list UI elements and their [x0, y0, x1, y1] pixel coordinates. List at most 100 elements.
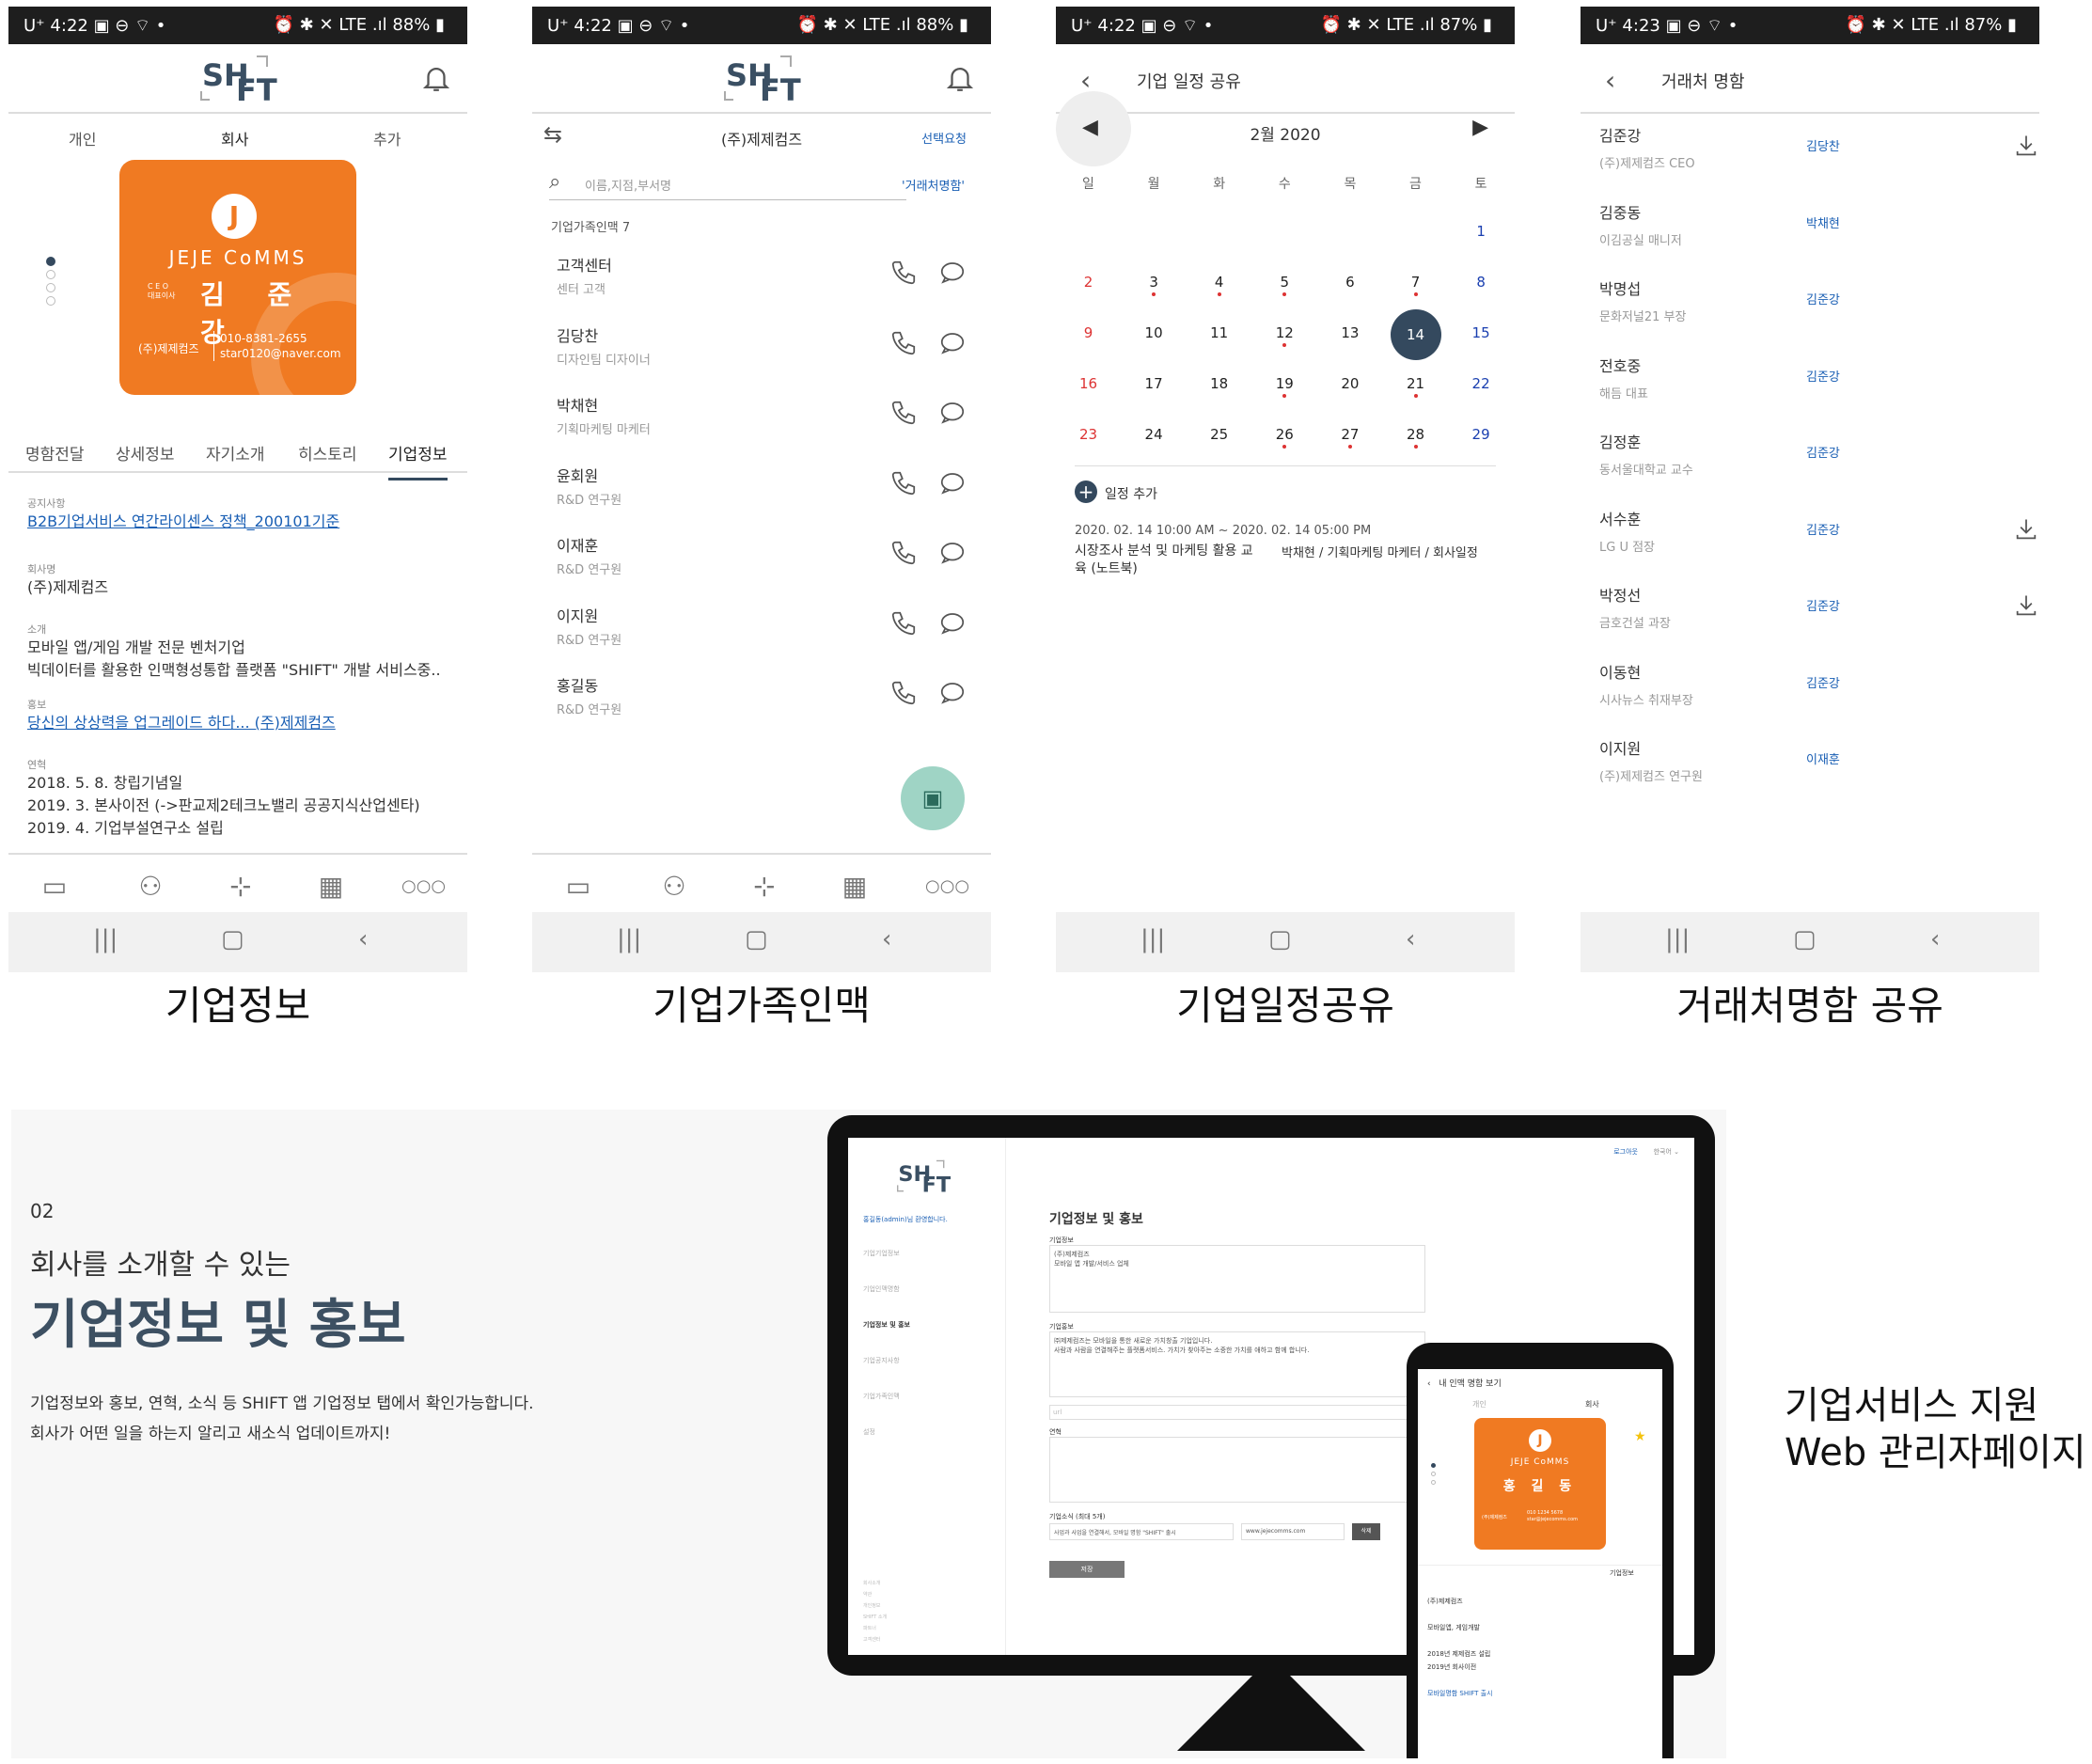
save-button[interactable]: 저장 — [1049, 1561, 1125, 1578]
bell-icon[interactable] — [420, 61, 452, 95]
chat-icon[interactable] — [938, 609, 967, 638]
calendar-day[interactable]: 21 — [1383, 375, 1448, 398]
partner-manager[interactable]: 김준강 — [1806, 673, 1840, 691]
chat-icon[interactable] — [938, 399, 967, 427]
request-link[interactable]: 선택요청 — [921, 129, 967, 147]
download-icon[interactable] — [2013, 516, 2039, 543]
star-icon[interactable]: ★ — [1634, 1429, 1646, 1444]
phone-icon[interactable] — [889, 259, 918, 287]
web-footer-link[interactable]: 개인정보 — [863, 1602, 880, 1609]
tab-history[interactable]: 히스토리 — [298, 441, 357, 465]
contact-row[interactable]: 고객센터 센터 고객 — [557, 253, 970, 309]
tab-card-send[interactable]: 명함전달 — [25, 441, 85, 465]
card-icon[interactable]: ▭ — [35, 872, 74, 902]
tab-company-info[interactable]: 기업정보 — [388, 441, 448, 480]
phone-icon[interactable] — [889, 469, 918, 497]
contact-row[interactable]: 이지원 R&D 연구원 — [557, 604, 970, 660]
add-icon[interactable]: + — [1075, 480, 1097, 503]
partner-card-row[interactable]: 박정선 금호건설 과장 김준강 — [1599, 583, 2037, 649]
calendar-day[interactable]: 17 — [1122, 375, 1187, 392]
people-icon[interactable]: ⚇ — [131, 872, 170, 902]
web-menu-item[interactable]: 기업인맥명함 — [863, 1284, 900, 1294]
calendar-day[interactable]: 22 — [1449, 375, 1514, 392]
download-icon[interactable] — [2013, 133, 2039, 159]
phone-icon[interactable] — [889, 609, 918, 638]
add-schedule[interactable]: 일정 추가 — [1105, 484, 1157, 503]
calendar-day[interactable]: 19 — [1252, 375, 1317, 398]
calendar-day[interactable]: 10 — [1122, 324, 1187, 341]
more-icon[interactable]: ○○○ — [925, 872, 969, 902]
chat-icon[interactable] — [938, 469, 967, 497]
tab-add[interactable]: 추가 — [373, 127, 401, 150]
web-news-input[interactable]: 사업과 사업을 연결해서, 모바일 명함 "SHIFT" 출시 — [1049, 1523, 1234, 1540]
chat-icon[interactable] — [938, 539, 967, 567]
web-news-url[interactable]: www.jejecomms.com — [1241, 1523, 1345, 1540]
web-footer-link[interactable]: SHIFT 소개 — [863, 1614, 887, 1620]
mini-tab-personal[interactable]: 개인 — [1472, 1399, 1486, 1410]
mini-tab-company[interactable]: 회사 — [1585, 1399, 1599, 1410]
contact-row[interactable]: 박채현 기획마케팅 마케터 — [557, 393, 970, 449]
partner-manager[interactable]: 이재훈 — [1806, 749, 1840, 767]
partner-manager[interactable]: 김준강 — [1806, 596, 1840, 614]
web-menu-item[interactable]: 기업가족인맥 — [863, 1392, 900, 1401]
next-month-icon[interactable]: ▶ — [1472, 116, 1488, 139]
partner-manager[interactable]: 김준강 — [1806, 290, 1840, 307]
event-title[interactable]: 시장조사 분석 및 마케팅 활용 교육 (노트북) — [1075, 543, 1253, 578]
chat-icon[interactable] — [938, 679, 967, 707]
calendar-day[interactable]: 1 — [1449, 223, 1514, 240]
partner-manager[interactable]: 김준강 — [1806, 520, 1840, 538]
more-icon[interactable]: ○○○ — [401, 872, 446, 902]
add-icon[interactable]: ⊹ — [745, 872, 784, 902]
web-menu-item[interactable]: 기업공지사항 — [863, 1356, 900, 1365]
phone-icon[interactable] — [889, 329, 918, 357]
calendar-day[interactable]: 3 — [1122, 274, 1187, 296]
web-footer-link[interactable]: 회사소개 — [863, 1580, 880, 1586]
calendar-day[interactable]: 13 — [1317, 324, 1382, 341]
calendar-day[interactable]: 25 — [1187, 426, 1251, 443]
tab-detail[interactable]: 상세정보 — [116, 441, 175, 465]
calendar-day[interactable]: 28 — [1383, 426, 1448, 449]
partner-card-row[interactable]: 이동현 시사뉴스 취재부장 김준강 — [1599, 660, 2032, 726]
search-box[interactable]: ⌕ 이름,지점,부서명 — [549, 166, 906, 200]
search-input[interactable]: 이름,지점,부서명 — [585, 176, 671, 194]
partner-card-row[interactable]: 전호중 해듬 대표 김준강 — [1599, 354, 2032, 419]
partner-manager[interactable]: 김준강 — [1806, 367, 1840, 385]
building-icon[interactable]: ▦ — [835, 872, 874, 902]
partner-card-row[interactable]: 박명섭 문화저널21 부장 김준강 — [1599, 276, 2032, 342]
phone-icon[interactable] — [889, 679, 918, 707]
partner-manager[interactable]: 박채현 — [1806, 213, 1840, 231]
calendar-fab[interactable]: ▣ — [901, 766, 965, 830]
web-promo-textarea[interactable]: ㈜제제컴즈는 모바일을 통한 새로운 가치창출 기업입니다. 사람과 사람을 연결… — [1049, 1331, 1425, 1397]
download-icon[interactable] — [2013, 592, 2039, 619]
calendar-day[interactable]: 5 — [1252, 274, 1317, 296]
delete-button[interactable]: 삭제 — [1352, 1523, 1380, 1540]
calendar-day[interactable]: 11 — [1187, 324, 1251, 341]
web-footer-link[interactable]: 약관 — [863, 1591, 872, 1598]
calendar-day[interactable]: 4 — [1187, 274, 1251, 296]
calendar-day[interactable]: 9 — [1056, 324, 1121, 341]
calendar-day[interactable]: 12 — [1252, 324, 1317, 347]
partner-card-row[interactable]: 김정훈 동서울대학교 교수 김준강 — [1599, 430, 2032, 496]
calendar-day[interactable]: 2 — [1056, 274, 1121, 291]
calendar-day[interactable]: 15 — [1449, 324, 1514, 341]
partner-card-row[interactable]: 김중동 이김공실 매니저 박채현 — [1599, 200, 2032, 266]
contact-row[interactable]: 윤회원 R&D 연구원 — [557, 464, 970, 520]
calendar-day[interactable]: 18 — [1187, 375, 1251, 392]
tab-intro[interactable]: 자기소개 — [206, 441, 265, 465]
calendar-day[interactable]: 23 — [1056, 426, 1121, 443]
calendar-day[interactable]: 27 — [1317, 426, 1382, 449]
web-footer-link[interactable]: 고객센터 — [863, 1636, 880, 1643]
back-icon[interactable]: ‹ — [1605, 65, 1615, 96]
partner-card-row[interactable]: 서수훈 LG U 점장 김준강 — [1599, 507, 2037, 573]
tab-personal[interactable]: 개인 — [69, 127, 96, 150]
biz-card-link[interactable]: '거래처명함' — [902, 176, 965, 194]
contact-row[interactable]: 이재훈 R&D 연구원 — [557, 533, 970, 590]
web-menu-item[interactable]: 설정 — [863, 1427, 875, 1437]
chat-icon[interactable] — [938, 329, 967, 357]
calendar-day[interactable]: 26 — [1252, 426, 1317, 449]
partner-card-row[interactable]: 김준강 (주)제제컴즈 CEO 김당찬 — [1599, 123, 2037, 189]
phone-icon[interactable] — [889, 399, 918, 427]
add-icon[interactable]: ⊹ — [221, 872, 260, 902]
web-menu-item[interactable]: 기업정보 및 홍보 — [863, 1320, 910, 1330]
people-icon[interactable]: ⚇ — [654, 872, 694, 902]
